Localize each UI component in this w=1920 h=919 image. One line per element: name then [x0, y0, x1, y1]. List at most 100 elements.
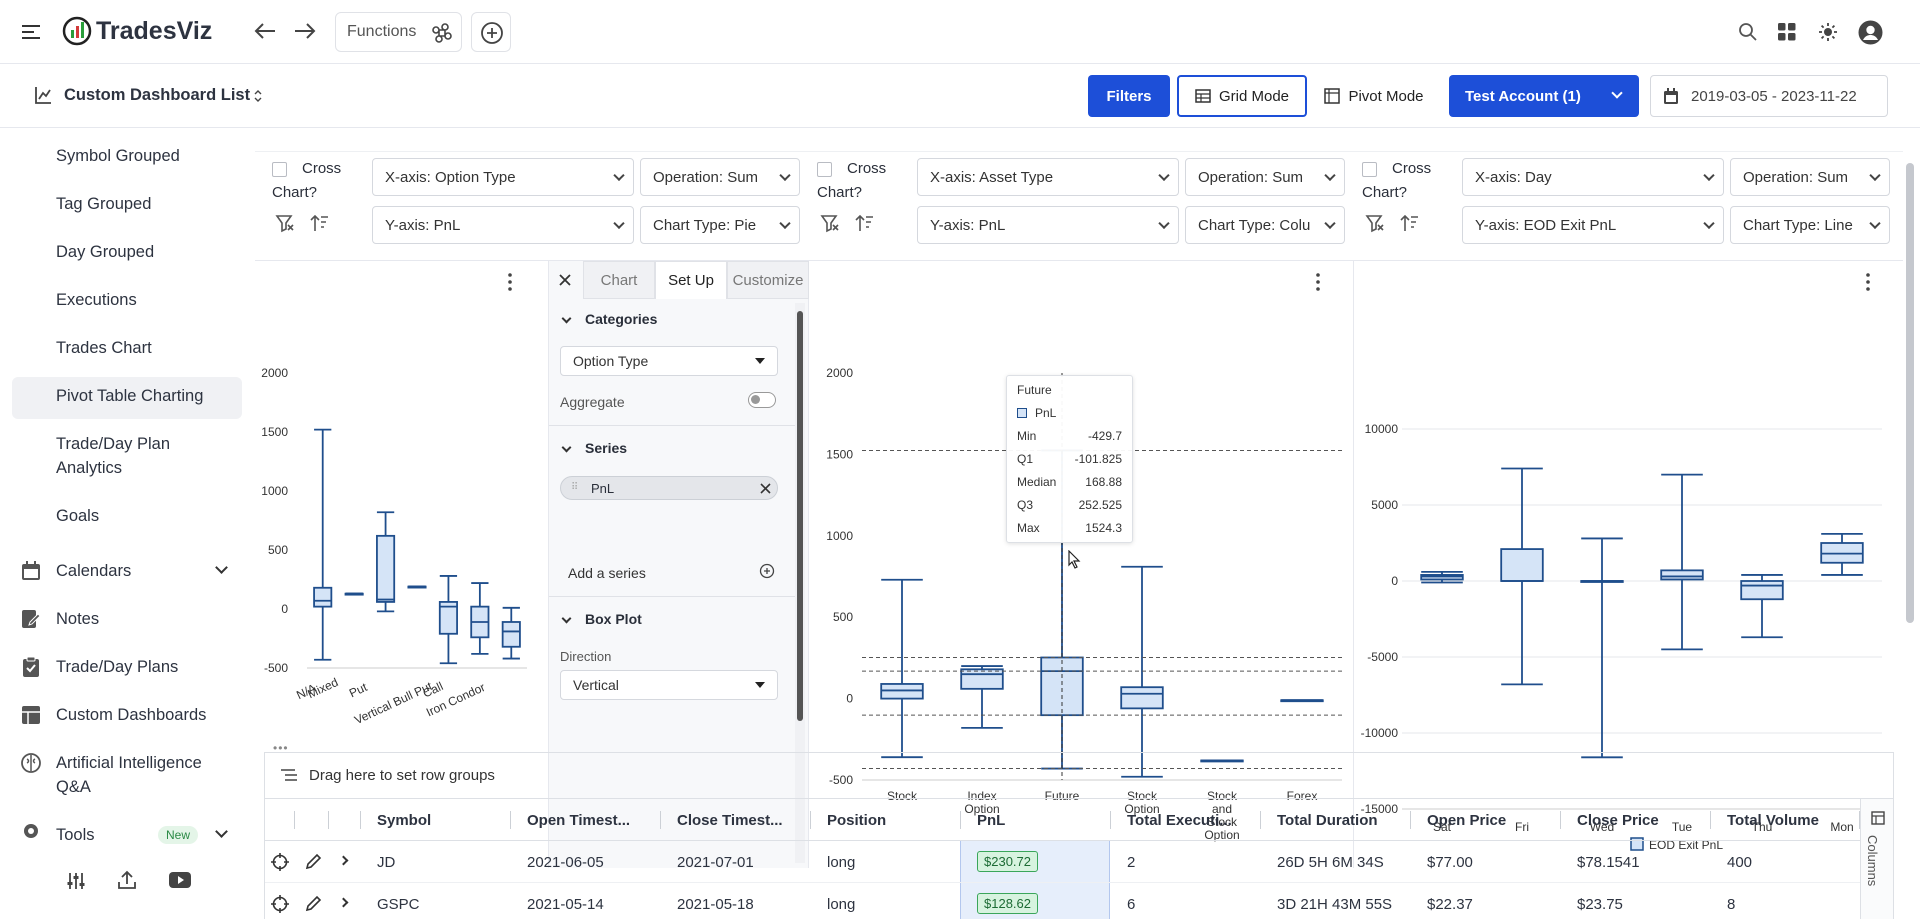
expand-row-icon[interactable]: [338, 897, 349, 908]
account-dropdown[interactable]: Test Account (1): [1449, 75, 1639, 117]
hamburger-icon[interactable]: [22, 24, 40, 40]
column-header-position[interactable]: Position: [827, 799, 886, 841]
crosshair-icon[interactable]: [271, 895, 289, 913]
column-header-total-executions[interactable]: Total Executi...: [1127, 799, 1232, 841]
close-icon[interactable]: [760, 483, 771, 494]
y-axis-select[interactable]: Y-axis: PnL: [917, 206, 1179, 244]
chart-type-select[interactable]: Chart Type: Line: [1730, 206, 1890, 244]
tab-customize[interactable]: Customize: [727, 261, 809, 299]
row-group-panel[interactable]: Drag here to set row groups: [265, 753, 1893, 799]
y-axis-select[interactable]: Y-axis: PnL: [372, 206, 634, 244]
x-axis-select[interactable]: X-axis: Day: [1462, 158, 1724, 196]
add-series-label[interactable]: Add a series: [568, 565, 646, 581]
more-vertical-icon[interactable]: [1863, 271, 1873, 293]
expand-row-icon[interactable]: [338, 855, 349, 866]
functions-button[interactable]: Functions: [335, 12, 462, 52]
col-separator[interactable]: [810, 811, 811, 829]
filter-clear-icon[interactable]: [275, 213, 295, 233]
more-vertical-icon[interactable]: [505, 271, 515, 293]
filter-clear-icon[interactable]: [820, 213, 840, 233]
filters-button[interactable]: Filters: [1088, 75, 1170, 117]
column-header-total-volume[interactable]: Total Volume: [1727, 799, 1819, 841]
chevron-down-icon[interactable]: [215, 561, 228, 574]
table-row[interactable]: GSPC 2021-05-14 2021-05-18 long $128.62 …: [265, 883, 1860, 919]
sort-icon[interactable]: [855, 213, 875, 233]
chart-type-select[interactable]: Chart Type: Colu: [1185, 206, 1345, 244]
drag-handle-icon[interactable]: ⠿: [571, 482, 578, 493]
column-header-open-price[interactable]: Open Price: [1427, 799, 1506, 841]
edit-icon[interactable]: [304, 895, 322, 913]
cross-chart-checkbox[interactable]: [1362, 162, 1377, 177]
column-header-close-price[interactable]: Close Price: [1577, 799, 1659, 841]
operation-select[interactable]: Operation: Sum: [640, 158, 800, 196]
cross-chart-checkbox[interactable]: [272, 162, 287, 177]
chevron-down-icon[interactable]: [561, 613, 572, 624]
operation-select[interactable]: Operation: Sum: [1730, 158, 1890, 196]
sidebar-item-ai[interactable]: Artificial Intelligence: [56, 754, 202, 773]
plus-circle-icon[interactable]: [759, 563, 775, 579]
column-header-total-duration[interactable]: Total Duration: [1277, 799, 1378, 841]
sliders-icon[interactable]: [66, 872, 86, 890]
column-header-symbol[interactable]: Symbol: [377, 799, 431, 841]
chart-type-select[interactable]: Chart Type: Pie: [640, 206, 800, 244]
x-axis-select[interactable]: X-axis: Option Type: [372, 158, 634, 196]
cross-chart-checkbox[interactable]: [817, 162, 832, 177]
category-select[interactable]: Option Type: [560, 346, 778, 376]
sidebar-item-goals[interactable]: Goals: [56, 507, 99, 526]
date-range-picker[interactable]: 2019-03-05 - 2023-11-22: [1650, 75, 1888, 117]
sidebar-item-qa[interactable]: Q&A: [56, 778, 91, 797]
search-icon[interactable]: [1738, 22, 1758, 42]
column-header-close-timestamp[interactable]: Close Timest...: [677, 799, 783, 841]
page-scrollbar[interactable]: [1906, 163, 1914, 623]
sidebar-item-symbol-grouped[interactable]: Symbol Grouped: [56, 147, 180, 166]
tab-chart[interactable]: Chart: [583, 261, 655, 299]
sidebar-item-trade-day-plans[interactable]: Trade/Day Plans: [56, 658, 178, 677]
pivot-mode-button[interactable]: Pivot Mode: [1309, 75, 1439, 117]
close-icon[interactable]: [558, 273, 572, 287]
back-arrow-icon[interactable]: [253, 22, 277, 40]
tab-setup[interactable]: Set Up: [655, 261, 727, 299]
sidebar-item-tools[interactable]: Tools: [56, 826, 95, 845]
dashboard-title[interactable]: Custom Dashboard List: [64, 86, 250, 105]
filter-clear-icon[interactable]: [1365, 213, 1385, 233]
col-separator[interactable]: [1560, 811, 1561, 829]
col-separator[interactable]: [1110, 811, 1111, 829]
sort-icon[interactable]: [310, 213, 330, 233]
youtube-icon[interactable]: [169, 872, 191, 888]
col-separator[interactable]: [960, 811, 961, 829]
sort-icon[interactable]: [1400, 213, 1420, 233]
apps-grid-icon[interactable]: [1778, 23, 1796, 41]
col-separator[interactable]: [1260, 811, 1261, 829]
chevron-down-icon[interactable]: [215, 825, 228, 838]
forward-arrow-icon[interactable]: [293, 22, 317, 40]
table-row[interactable]: JD 2021-06-05 2021-07-01 long $230.72 2 …: [265, 841, 1860, 883]
y-axis-select[interactable]: Y-axis: EOD Exit PnL: [1462, 206, 1724, 244]
upload-icon[interactable]: [117, 870, 137, 890]
edit-icon[interactable]: [304, 853, 322, 871]
columns-side-tab[interactable]: Columns: [1860, 799, 1893, 919]
sidebar-item-calendars[interactable]: Calendars: [56, 562, 131, 581]
operation-select[interactable]: Operation: Sum: [1185, 158, 1345, 196]
sort-updown-icon[interactable]: [253, 88, 263, 104]
sidebar-item-notes[interactable]: Notes: [56, 610, 99, 629]
sidebar-item-trades-chart[interactable]: Trades Chart: [56, 339, 152, 358]
chevron-down-icon[interactable]: [561, 442, 572, 453]
col-separator[interactable]: [660, 811, 661, 829]
sidebar-item-day-grouped[interactable]: Day Grouped: [56, 243, 154, 262]
user-avatar-icon[interactable]: [1858, 20, 1883, 45]
scrollbar-thumb[interactable]: [797, 311, 803, 721]
column-header-pnl[interactable]: PnL: [977, 799, 1005, 841]
direction-select[interactable]: Vertical: [560, 670, 778, 700]
sidebar-item-tag-grouped[interactable]: Tag Grouped: [56, 195, 151, 214]
crosshair-icon[interactable]: [271, 853, 289, 871]
sidebar-item-trade-day-plan[interactable]: Trade/Day Plan: [56, 435, 170, 454]
sidebar-item-pivot-table-charting[interactable]: Pivot Table Charting: [56, 387, 203, 406]
add-button[interactable]: [471, 12, 511, 52]
series-chip[interactable]: ⠿ PnL: [560, 476, 778, 500]
aggregate-toggle[interactable]: [748, 392, 776, 408]
col-separator[interactable]: [1410, 811, 1411, 829]
col-separator[interactable]: [510, 811, 511, 829]
col-separator[interactable]: [1710, 811, 1711, 829]
chevron-down-icon[interactable]: [561, 313, 572, 324]
more-vertical-icon[interactable]: [1313, 271, 1323, 293]
